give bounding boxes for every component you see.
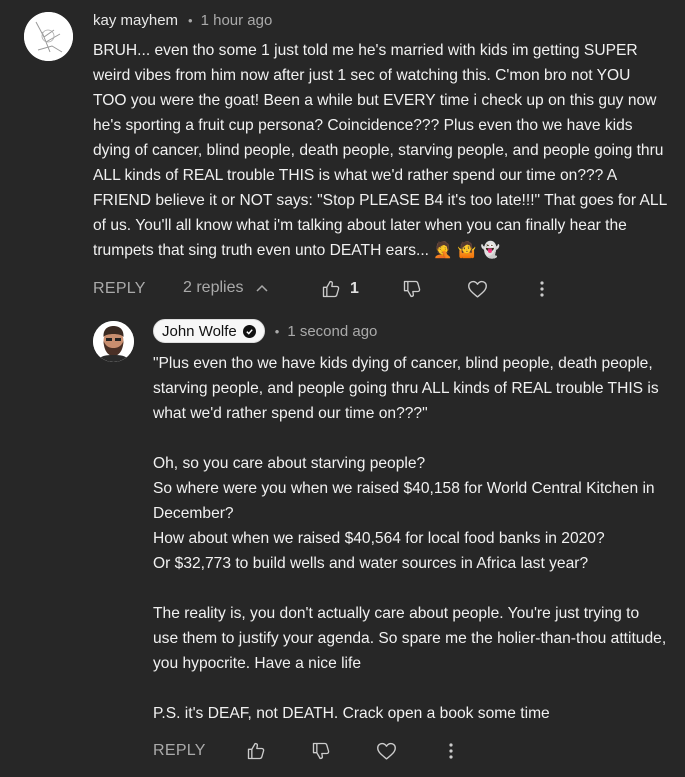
more-vert-icon [539,280,545,298]
comment-header: kay mayhem • 1 hour ago [93,10,272,30]
replies-toggle[interactable]: 2 replies [183,279,269,297]
like-button[interactable] [320,278,342,300]
separator: • [188,12,193,28]
heart-icon [467,279,488,299]
thumbs-up-icon [246,741,266,761]
chevron-up-icon [255,281,269,295]
reply-header: John Wolfe • 1 second ago [153,319,377,343]
bearded-man-avatar-icon [93,321,134,362]
dislike-button[interactable] [401,278,423,300]
comment-text: BRUH... even tho some 1 just told me he'… [93,42,668,259]
thumbs-down-icon [402,279,422,299]
heart-icon [376,741,397,761]
author-name-badge[interactable]: John Wolfe [153,319,265,343]
avatar[interactable] [24,12,73,61]
dislike-button[interactable] [310,740,332,762]
more-vert-icon [448,742,454,760]
more-actions-button[interactable] [532,278,552,300]
comment-timestamp[interactable]: 1 hour ago [201,12,273,29]
heart-button[interactable] [466,278,488,300]
separator: • [274,323,280,339]
reply-button[interactable]: REPLY [153,742,206,760]
reply-avatar[interactable] [93,321,134,362]
reply-author: John Wolfe [162,322,237,340]
replies-count-label: 2 replies [183,279,244,296]
thumbs-up-icon [321,279,341,299]
reply-timestamp[interactable]: 1 second ago [287,323,377,340]
like-count: 1 [350,280,359,297]
comment-author[interactable]: kay mayhem [93,12,178,29]
like-button[interactable] [245,740,267,762]
heart-button[interactable] [375,740,397,762]
reply-text: "Plus even tho we have kids dying of can… [153,355,667,722]
thumbs-down-icon [311,741,331,761]
reply-button[interactable]: REPLY [93,280,146,298]
more-actions-button[interactable] [441,740,461,762]
sketch-avatar-icon [24,12,73,61]
verified-check-icon [242,324,256,338]
